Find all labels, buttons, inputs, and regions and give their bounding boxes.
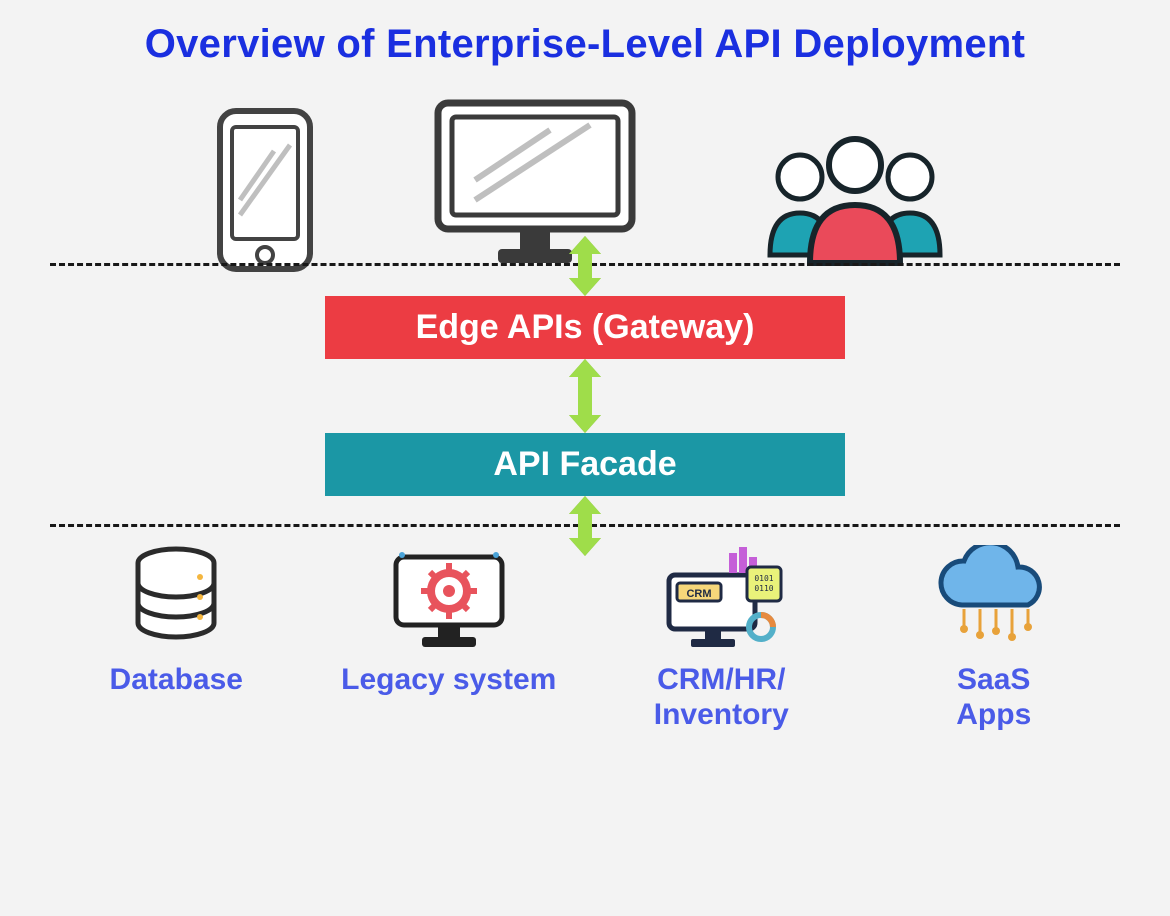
backend-saas: SaaS Apps — [874, 545, 1114, 732]
cloud-icon — [924, 545, 1064, 655]
backend-label: CRM/HR/ Inventory — [654, 663, 789, 732]
backend-legacy: Legacy system — [329, 545, 569, 698]
backend-crm: CRM 0101 0110 CRM/HR/ Inventory — [601, 545, 841, 732]
legacy-icon — [384, 545, 514, 655]
backend-database: Database — [56, 545, 296, 698]
edge-api-box: Edge APIs (Gateway) — [325, 296, 845, 359]
svg-text:0101: 0101 — [755, 574, 774, 583]
bidir-arrow-icon — [568, 496, 602, 556]
crm-icon: CRM 0101 0110 — [651, 545, 791, 655]
backend-row: Database — [0, 527, 1170, 732]
svg-text:0110: 0110 — [755, 584, 774, 593]
bidir-arrow-icon — [568, 236, 602, 296]
bidir-arrow-icon — [568, 359, 602, 433]
backend-label: SaaS Apps — [956, 663, 1031, 732]
api-facade-box: API Facade — [325, 433, 845, 496]
page-title: Overview of Enterprise-Level API Deploym… — [0, 0, 1170, 67]
backend-label: Legacy system — [341, 663, 556, 698]
database-icon — [126, 545, 226, 655]
backend-label: Database — [110, 663, 243, 698]
svg-text:CRM: CRM — [687, 588, 712, 600]
